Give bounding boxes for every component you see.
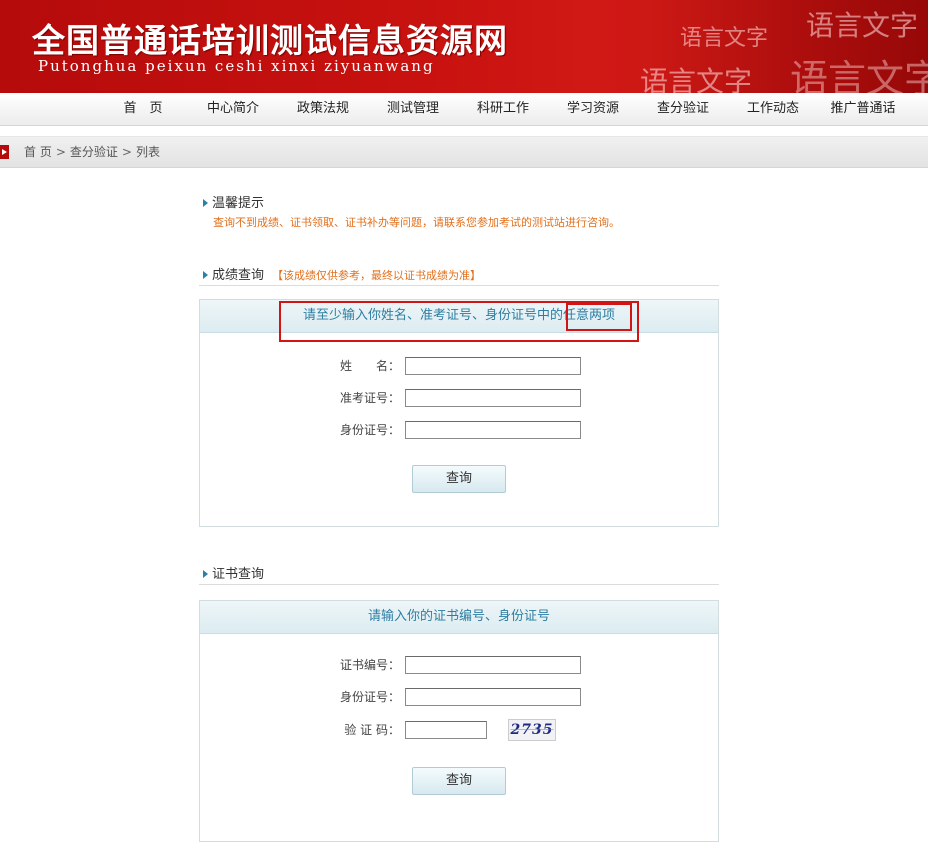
tip-text: 查询不到成绩、证书领取、证书补办等问题，请联系您参加考试的测试站进行咨询。 (213, 216, 620, 229)
cert-no-label: 证书编号： (339, 658, 400, 672)
nav-item-test-management[interactable]: 测试管理 (368, 93, 458, 125)
nav-item-home[interactable]: 首 页 (98, 93, 188, 125)
captcha-input[interactable] (405, 721, 487, 739)
main-nav: 首 页 中心简介 政策法规 测试管理 科研工作 学习资源 查分验证 工作动态 推… (0, 93, 928, 126)
score-title: 成绩查询 (212, 268, 265, 283)
triangle-bullet-icon (203, 198, 208, 207)
nav-item-research[interactable]: 科研工作 (458, 93, 548, 125)
name-input[interactable] (405, 357, 581, 375)
captcha-row: 验 证 码： 2735 (200, 719, 718, 741)
cert-id-label: 身份证号： (339, 690, 400, 704)
nav-item-score-verify[interactable]: 查分验证 (638, 93, 728, 125)
id-no-input[interactable] (405, 421, 581, 439)
banner-deco-text: 语言文字 (806, 9, 919, 42)
id-no-row: 身份证号： (200, 420, 718, 440)
captcha-image[interactable]: 2735 (508, 719, 556, 741)
captcha-label: 验 证 码： (344, 723, 400, 737)
divider (199, 285, 719, 286)
cert-id-row: 身份证号： (200, 687, 718, 707)
cert-query-panel: 请输入你的证书编号、身份证号 证书编号： 身份证号： 验 证 码： 2735 查… (199, 600, 719, 842)
score-note: 【该成绩仅供参考，最终以证书成绩为准】 (272, 269, 482, 282)
triangle-bullet-icon (203, 270, 208, 279)
exam-no-label: 准考证号： (339, 391, 400, 405)
site-subtitle: Putonghua peixun ceshi xinxi ziyuanwang (38, 57, 435, 75)
triangle-bullet-icon (203, 569, 208, 578)
tip-section-title: 温馨提示 (203, 192, 264, 211)
cert-id-input[interactable] (405, 688, 581, 706)
exam-no-input[interactable] (405, 389, 581, 407)
site-banner: 语言文字 语言文字 语言文字 语言文字 全国普通话培训测试信息资源网 Puton… (0, 0, 928, 93)
nav-item-news[interactable]: 工作动态 (728, 93, 818, 125)
site-title: 全国普通话培训测试信息资源网 (32, 21, 508, 60)
nav-item-policy[interactable]: 政策法规 (278, 93, 368, 125)
cert-no-row: 证书编号： (200, 655, 718, 675)
cert-query-button[interactable]: 查询 (412, 767, 506, 795)
banner-deco-text: 语言文字 (640, 65, 753, 93)
cert-instruction: 请输入你的证书编号、身份证号 (200, 601, 718, 634)
divider (199, 584, 719, 585)
breadcrumb-current: 列表 (135, 145, 160, 159)
nav-item-about[interactable]: 中心简介 (188, 93, 278, 125)
nav-item-learning[interactable]: 学习资源 (548, 93, 638, 125)
exam-no-row: 准考证号： (200, 388, 718, 408)
name-row: 姓 名： (200, 356, 718, 376)
cert-title: 证书查询 (212, 567, 265, 582)
cert-no-input[interactable] (405, 656, 581, 674)
breadcrumb-section[interactable]: 查分验证 (70, 145, 118, 159)
nav-item-promote[interactable]: 推广普通话 (818, 93, 908, 125)
id-no-label: 身份证号： (339, 423, 400, 437)
breadcrumb-separator: > (55, 145, 66, 159)
name-label: 姓 名： (339, 359, 400, 373)
cert-section-title: 证书查询 (203, 563, 264, 582)
breadcrumb-bar: 首 页 > 查分验证 > 列表 (0, 136, 928, 168)
any-two-highlight-box (566, 303, 632, 331)
breadcrumb-separator: > (121, 145, 132, 159)
banner-deco-text: 语言文字 (680, 26, 769, 51)
breadcrumb-arrow-icon (0, 145, 9, 159)
banner-deco-text: 语言文字 (790, 57, 928, 93)
breadcrumb-home[interactable]: 首 页 (24, 145, 52, 159)
score-query-button[interactable]: 查询 (412, 465, 506, 493)
tip-title: 温馨提示 (212, 196, 265, 211)
breadcrumb: 首 页 > 查分验证 > 列表 (24, 137, 160, 167)
score-section-title: 成绩查询 【该成绩仅供参考，最终以证书成绩为准】 (203, 264, 481, 283)
